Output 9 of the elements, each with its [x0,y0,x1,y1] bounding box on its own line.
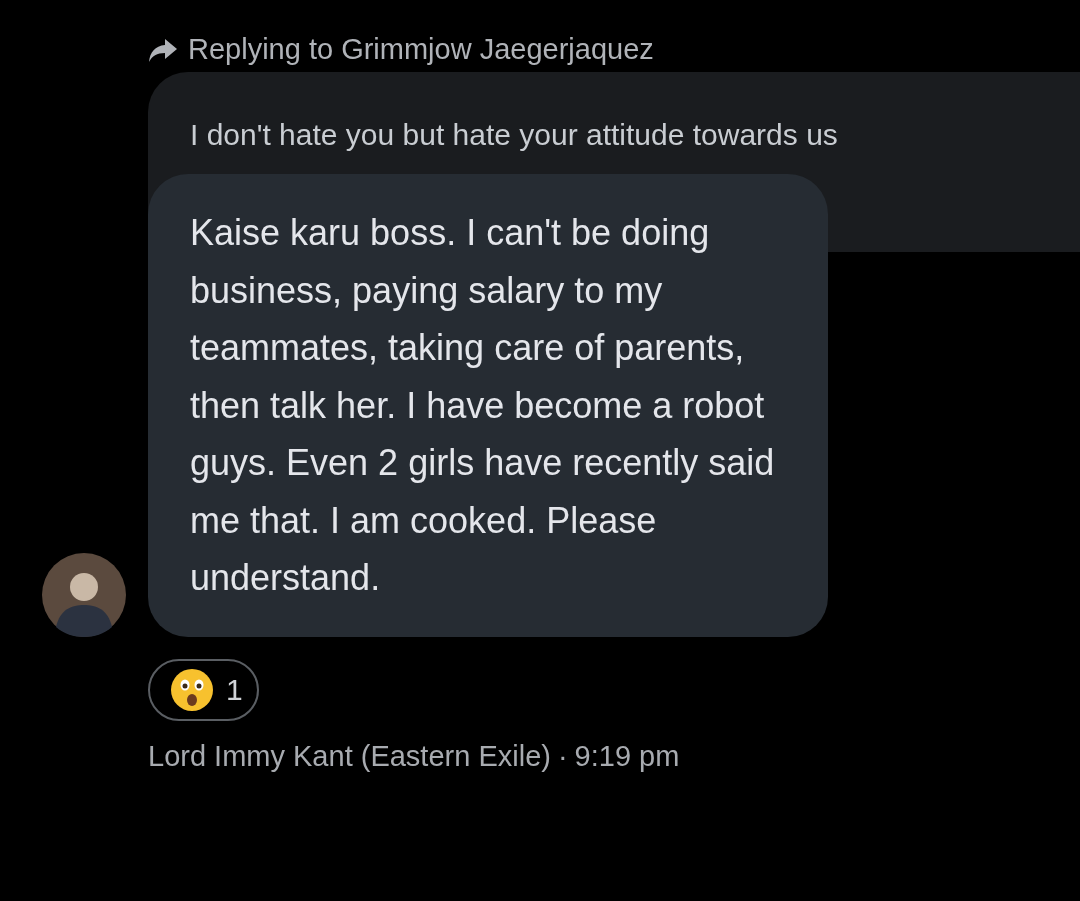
reaction-pill[interactable]: 1 [148,658,259,721]
message-bubble[interactable]: Kaise karu boss. I can't be doing business, paying salary to my teammates, taking care of parents, then talk her. I have become a robot guys. Even 2 girls have recently said me that. I am cooked. Please understand. [148,174,828,637]
reply-arrow-icon [148,37,178,63]
sender-name[interactable]: Lord Immy Kant (Eastern Exile) [148,734,551,778]
message-time: 9:19 pm [574,738,680,774]
avatar[interactable] [42,552,126,637]
surprised-emoji-icon [170,667,214,712]
separator: · [557,738,568,774]
reply-label: Replying to Grimmjow Jaegerjaquez [188,32,654,68]
